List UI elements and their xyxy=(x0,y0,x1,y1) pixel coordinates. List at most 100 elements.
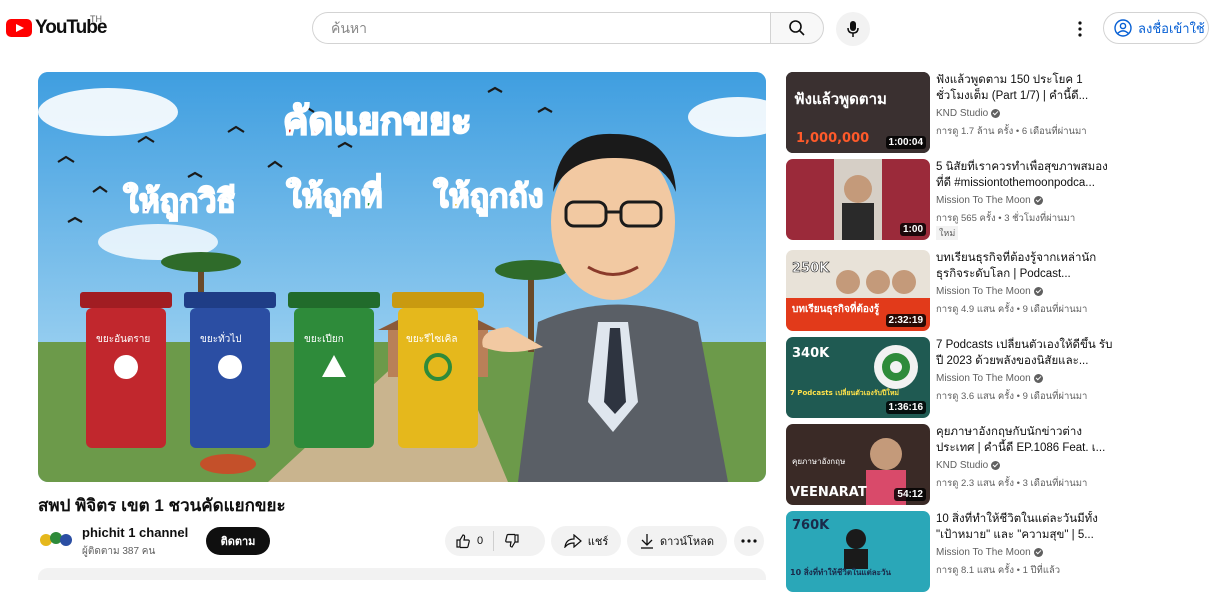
recommendation-item[interactable]: คุยภาษาอังกฤษ VEENARAT 54:12 คุยภาษาอังก… xyxy=(786,424,1206,506)
duration-badge: 1:00 xyxy=(899,223,926,236)
search-icon xyxy=(789,20,805,36)
search-button[interactable] xyxy=(770,12,824,44)
recommendation-channel[interactable]: KND Studio xyxy=(936,460,1001,471)
recommendation-channel[interactable]: Mission To The Moon xyxy=(936,286,1043,297)
channel-name[interactable]: phichit 1 channel xyxy=(82,525,188,540)
like-dislike-group: 0 xyxy=(445,526,545,556)
recommendation-item[interactable]: ฟังแล้วพูดตาม 1,000,000 1:00:04 ฟังแล้วพ… xyxy=(786,72,1206,154)
svg-text:คุยภาษาอังกฤษ: คุยภาษาอังกฤษ xyxy=(792,457,845,466)
channel-label: Mission To The Moon xyxy=(936,286,1031,297)
recommendation-title[interactable]: 10 สิ่งที่ทำให้ชีวิตในแต่ละวันมีทั้ง "เป… xyxy=(936,511,1114,543)
svg-text:10 สิ่งที่ทำให้ชีวิตในแต่ละวัน: 10 สิ่งที่ทำให้ชีวิตในแต่ละวัน xyxy=(790,566,891,577)
bin-recycle: ขยะรีไซเคิล xyxy=(392,292,484,448)
recommendation-channel[interactable]: Mission To The Moon xyxy=(936,547,1043,558)
recommendation-title[interactable]: ฟังแล้วพูดตาม 150 ประโยค 1 ชั่วโมงเต็ม (… xyxy=(936,72,1114,104)
recommendation-meta: การดู 1.7 ล้าน ครั้ง • 6 เดือนที่ผ่านมา xyxy=(936,126,1087,137)
svg-text:ขยะทั่วไป: ขยะทั่วไป xyxy=(200,331,242,345)
verified-icon xyxy=(1033,195,1043,205)
bin-hazardous: ขยะอันตราย xyxy=(80,292,172,448)
more-actions-button[interactable] xyxy=(734,526,764,556)
search-input[interactable] xyxy=(329,19,753,37)
svg-text:760K: 760K xyxy=(792,518,830,533)
duration-badge: 54:12 xyxy=(894,488,926,501)
recommendation-title[interactable]: 5 นิสัยที่เราควรทำเพื่อสุขภาพสมอง ที่ดี … xyxy=(936,159,1114,191)
search-box xyxy=(312,12,770,44)
share-label: แชร์ xyxy=(587,536,609,548)
channel-label: Mission To The Moon xyxy=(936,373,1031,384)
share-button[interactable]: แชร์ xyxy=(551,526,621,556)
video-thumbnail[interactable]: 340K 7 Podcasts เปลี่ยนตัวเองรับปีใหม่ 1… xyxy=(786,337,930,418)
recommendation-item[interactable]: 340K 7 Podcasts เปลี่ยนตัวเองรับปีใหม่ 1… xyxy=(786,337,1206,419)
settings-menu-button[interactable] xyxy=(1068,15,1092,43)
voice-search-button[interactable] xyxy=(836,12,870,46)
verified-icon xyxy=(1033,547,1043,557)
verified-icon xyxy=(1033,373,1043,383)
recommendation-title[interactable]: 7 Podcasts เปลี่ยนตัวเองให้ดีขึ้น รับปี … xyxy=(936,337,1114,369)
thumbs-up-icon xyxy=(456,534,470,549)
account-icon xyxy=(1114,19,1132,37)
video-thumbnail[interactable]: ฟังแล้วพูดตาม 1,000,000 1:00:04 xyxy=(786,72,930,153)
video-thumbnail[interactable]: 250K บทเรียนธุรกิจที่ต้องรู้ 2:32:19 xyxy=(786,250,930,331)
slogan-2: ให้ถูกที่ xyxy=(286,173,383,217)
verified-icon xyxy=(991,108,1001,118)
more-vertical-icon xyxy=(1078,21,1082,37)
microphone-icon xyxy=(847,21,859,37)
recommendation-channel[interactable]: Mission To The Moon xyxy=(936,373,1043,384)
svg-text:ขยะอันตราย: ขยะอันตราย xyxy=(96,334,150,345)
video-thumbnail[interactable]: 1:00 xyxy=(786,159,930,240)
svg-text:250K: 250K xyxy=(792,261,830,276)
channel-avatar-image xyxy=(38,528,74,552)
like-count: 0 xyxy=(477,535,484,547)
thumbnail-image: 760K 10 สิ่งที่ทำให้ชีวิตในแต่ละวัน xyxy=(786,511,930,592)
sign-in-label: ลงชื่อเข้าใช้ xyxy=(1138,20,1205,36)
recommendation-channel[interactable]: KND Studio xyxy=(936,108,1001,119)
channel-avatar[interactable] xyxy=(38,528,74,552)
video-title: สพป พิจิตร เขต 1 ชวนคัดแยกขยะ xyxy=(38,496,286,515)
channel-label: KND Studio xyxy=(936,108,989,119)
svg-text:ขยะเปียก: ขยะเปียก xyxy=(304,333,344,345)
verified-icon xyxy=(991,460,1001,470)
svg-text:VEENARAT: VEENARAT xyxy=(790,485,867,500)
download-button[interactable]: ดาวน์โหลด xyxy=(627,526,727,556)
download-icon xyxy=(640,534,653,549)
bin-general: ขยะทั่วไป xyxy=(184,292,276,448)
recommendation-item[interactable]: 760K 10 สิ่งที่ทำให้ชีวิตในแต่ละวัน 10 ส… xyxy=(786,511,1206,593)
youtube-logo[interactable]: YouTube TH xyxy=(6,14,107,39)
more-horizontal-icon xyxy=(741,539,757,543)
sign-in-button[interactable]: ลงชื่อเข้าใช้ xyxy=(1103,12,1209,44)
thumbs-down-icon xyxy=(505,533,519,548)
video-frame: คัดแยกขยะ ให้ถูกวิธี ให้ถูกที่ ให้ถูกถัง… xyxy=(38,72,766,482)
channel-label: KND Studio xyxy=(936,460,989,471)
video-thumbnail[interactable]: คุยภาษาอังกฤษ VEENARAT 54:12 xyxy=(786,424,930,505)
subscribe-button[interactable]: ติดตาม xyxy=(206,527,270,555)
share-icon xyxy=(564,534,582,548)
like-button[interactable]: 0 xyxy=(445,526,493,556)
description-box[interactable] xyxy=(38,568,766,580)
slogan-3: ให้ถูกถัง xyxy=(433,177,543,217)
recommendation-item[interactable]: 250K บทเรียนธุรกิจที่ต้องรู้ 2:32:19 บทเ… xyxy=(786,250,1206,332)
banner-title: คัดแยกขยะ xyxy=(283,99,472,143)
country-code: TH xyxy=(90,14,102,24)
svg-text:ฟังแล้วพูดตาม: ฟังแล้วพูดตาม xyxy=(794,90,887,109)
dislike-button[interactable] xyxy=(494,526,530,556)
recommendation-meta: การดู 4.9 แสน ครั้ง • 9 เดือนที่ผ่านมา xyxy=(936,304,1088,315)
recommendation-meta: การดู 565 ครั้ง • 3 ชั่วโมงที่ผ่านมา xyxy=(936,213,1076,224)
video-player[interactable]: คัดแยกขยะ ให้ถูกวิธี ให้ถูกที่ ให้ถูกถัง… xyxy=(38,72,766,482)
svg-text:340K: 340K xyxy=(792,346,830,361)
recommendation-title[interactable]: บทเรียนธุรกิจที่ต้องรู้จากเหล่านัก ธุรกิ… xyxy=(936,250,1114,282)
bin-organic: ขยะเปียก xyxy=(288,292,380,448)
recommendation-channel[interactable]: Mission To The Moon xyxy=(936,195,1043,206)
recommendation-title[interactable]: คุยภาษาอังกฤษกับนักข่าวต่าง ประเทศ | คำน… xyxy=(936,424,1114,456)
top-bar: YouTube TH ลงชื่อเข้าใช้ xyxy=(0,0,1215,56)
recommendation-item[interactable]: 1:00 5 นิสัยที่เราควรทำเพื่อสุขภาพสมอง ท… xyxy=(786,159,1206,241)
recommendation-meta: การดู 2.3 แสน ครั้ง • 3 เดือนที่ผ่านมา xyxy=(936,478,1088,489)
svg-text:ขยะรีไซเคิล: ขยะรีไซเคิล xyxy=(406,333,458,345)
channel-label: Mission To The Moon xyxy=(936,547,1031,558)
new-badge: ใหม่ xyxy=(936,226,959,240)
duration-badge: 1:36:16 xyxy=(885,401,926,414)
verified-icon xyxy=(1033,286,1043,296)
youtube-play-icon xyxy=(6,19,32,37)
svg-text:บทเรียนธุรกิจที่ต้องรู้: บทเรียนธุรกิจที่ต้องรู้ xyxy=(792,301,880,316)
video-thumbnail[interactable]: 760K 10 สิ่งที่ทำให้ชีวิตในแต่ละวัน xyxy=(786,511,930,592)
download-label: ดาวน์โหลด xyxy=(659,536,715,548)
